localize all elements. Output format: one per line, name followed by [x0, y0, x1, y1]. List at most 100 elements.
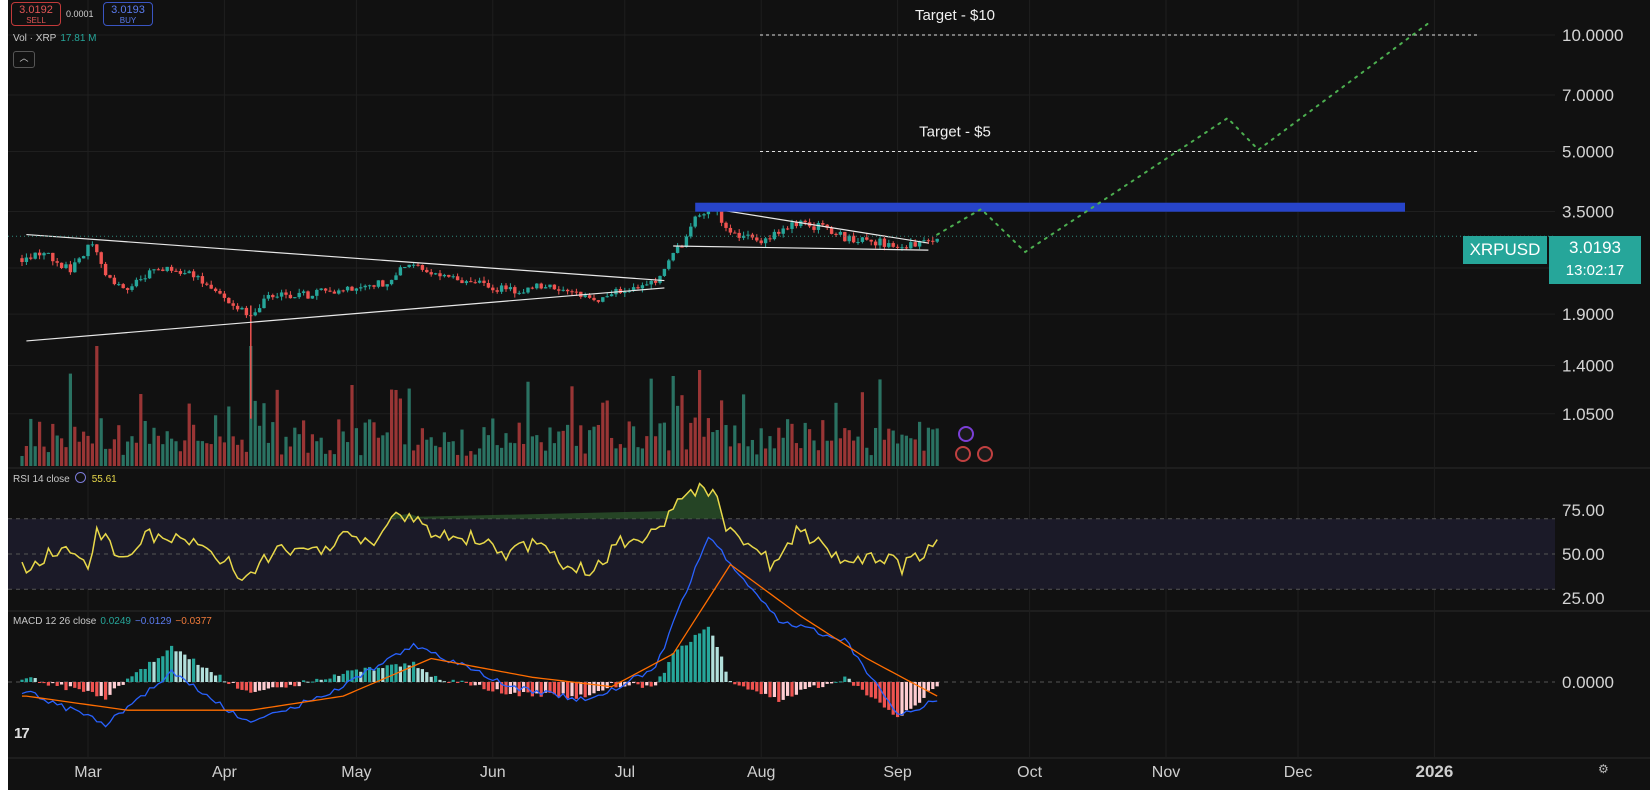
candle-body — [363, 285, 367, 288]
volume-bar — [209, 444, 213, 466]
candle-body — [337, 290, 341, 294]
macd-histogram-bar — [280, 682, 284, 688]
volume-bar — [922, 450, 926, 466]
volume-bar — [447, 441, 451, 466]
volume-bar — [605, 400, 609, 466]
buy-button[interactable]: 3.0193 BUY — [103, 2, 153, 26]
candle-body — [675, 246, 680, 253]
candle-body — [469, 281, 473, 283]
x-tick-label: Oct — [1017, 764, 1042, 781]
macd-histogram-bar — [429, 676, 433, 682]
macd-legend[interactable]: MACD 12 26 close 0.0249 −0.0129 −0.0377 — [13, 616, 212, 627]
price-chart[interactable]: Mar Apr May Jun Jul Aug Sep Oct Nov Dec 2026 10.000… — [0, 0, 1650, 790]
volume-bar — [385, 432, 389, 466]
volume-bar — [561, 430, 565, 466]
candle-body — [152, 269, 156, 271]
candle-body — [425, 269, 429, 273]
candle-body — [315, 289, 319, 296]
candle-body — [557, 289, 561, 291]
x-tick-label: Jun — [480, 764, 506, 781]
candle-body — [165, 266, 169, 271]
volume-legend[interactable]: Vol · XRP 17.81 M — [13, 33, 97, 44]
candle-body — [759, 240, 763, 244]
candle-body — [653, 280, 658, 283]
tradingview-logo[interactable]: 17 — [14, 725, 30, 742]
macd-histogram-bar — [640, 682, 644, 688]
macd-histogram-bar — [504, 682, 508, 695]
volume-bar — [187, 403, 191, 466]
volume-bar — [280, 454, 284, 466]
macd-histogram-bar — [909, 682, 913, 709]
volume-bar — [64, 447, 68, 466]
volume-bar — [777, 427, 781, 466]
volume-bar — [878, 379, 882, 466]
candle-body — [117, 284, 121, 286]
volume-bar — [513, 443, 517, 466]
candle-body — [763, 238, 768, 244]
x-tick-label: 2026 — [1415, 762, 1453, 781]
settings-gear-icon[interactable]: ⚙ — [1598, 762, 1609, 776]
macd-histogram-bar — [174, 651, 178, 682]
macd-histogram-bar — [420, 669, 424, 682]
volume-bar — [319, 437, 323, 466]
candle-body — [73, 262, 77, 273]
candle-body — [90, 244, 95, 246]
macd-histogram-bar — [240, 682, 244, 690]
macd-histogram-bar — [258, 682, 262, 691]
macd-histogram-bar — [724, 671, 728, 682]
rsi-y-tick-label: 50.00 — [1562, 545, 1605, 564]
volume-bar — [24, 445, 28, 466]
macd-histogram-bar — [82, 682, 86, 692]
candle-body — [596, 300, 601, 302]
candle-body — [231, 303, 235, 306]
macd-histogram-bar — [170, 645, 174, 682]
candle-body — [473, 282, 477, 284]
macd-histogram-bar — [596, 682, 600, 691]
candle-body — [81, 256, 86, 259]
buy-price: 3.0193 — [111, 4, 145, 16]
volume-bar — [491, 418, 495, 466]
collapse-chevron-icon[interactable]: ︿ — [13, 51, 35, 68]
macd-histogram-bar — [297, 682, 301, 687]
candle-body — [209, 284, 213, 289]
candle-body — [451, 276, 455, 278]
candle-body — [420, 265, 425, 270]
volume-bar — [821, 420, 825, 466]
volume-bar — [702, 436, 706, 466]
candle-body — [293, 297, 297, 299]
macd-histogram-bar — [231, 682, 235, 683]
volume-bar — [632, 426, 636, 466]
volume-bar — [689, 422, 693, 466]
x-tick-label: Nov — [1152, 764, 1180, 781]
volume-bar — [825, 440, 829, 466]
volume-bar — [724, 425, 728, 466]
candle-body — [526, 287, 530, 293]
candle-body — [570, 291, 574, 293]
macd-histogram-bar — [73, 682, 77, 688]
macd-histogram-bar — [469, 682, 473, 686]
candle-body — [411, 264, 416, 266]
volume-bar — [755, 454, 759, 466]
volume-bar — [288, 446, 292, 466]
volume-bar — [667, 450, 671, 466]
candle-body — [284, 292, 288, 295]
sell-button[interactable]: 3.0192 SELL — [11, 2, 61, 26]
rsi-legend[interactable]: RSI 14 close 55.61 — [13, 472, 117, 485]
macd-histogram-bar — [843, 676, 847, 682]
candle-body — [649, 280, 653, 285]
volume-bar — [671, 376, 675, 466]
macd-histogram-bar — [451, 679, 455, 682]
macd-histogram-bar — [51, 682, 55, 684]
candle-body — [565, 289, 570, 292]
macd-histogram-bar — [425, 672, 429, 682]
macd-histogram-bar — [711, 635, 715, 682]
volume-bar — [830, 440, 834, 466]
volume-bar — [121, 454, 125, 466]
candle-body — [33, 252, 37, 259]
macd-histogram-bar — [671, 653, 675, 682]
macd-histogram-bar — [205, 667, 209, 682]
candle-body — [301, 291, 306, 293]
volume-bar — [442, 432, 446, 466]
candle-body — [297, 292, 301, 298]
macd-histogram-bar — [434, 675, 438, 682]
